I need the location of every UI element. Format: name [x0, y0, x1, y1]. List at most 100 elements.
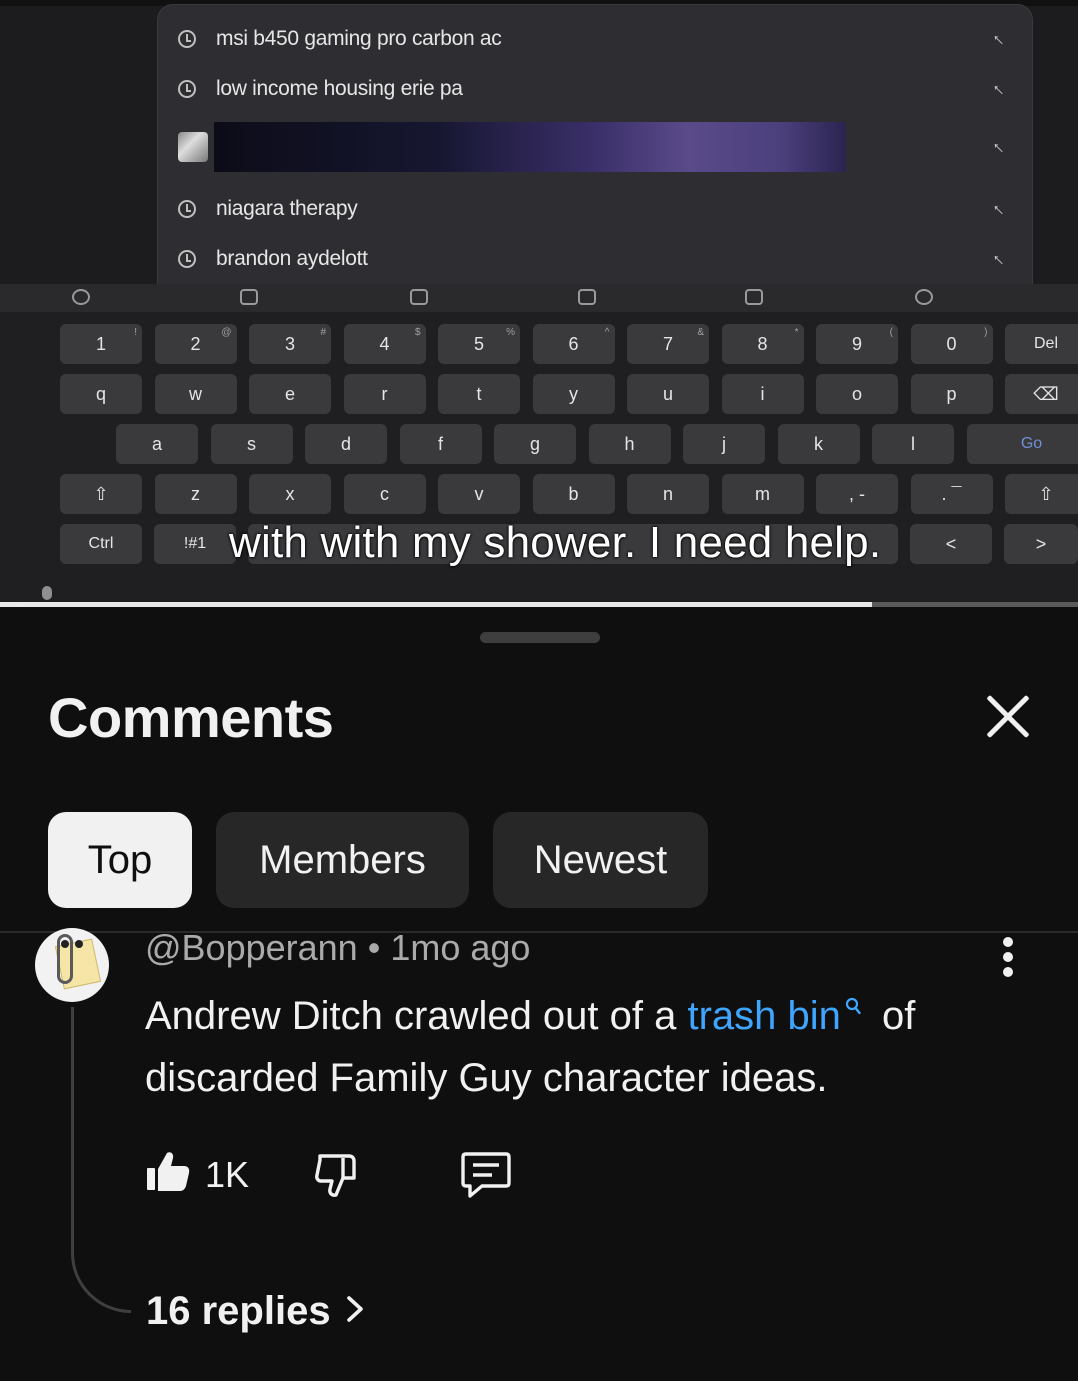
- replies-label: 16 replies: [146, 1289, 331, 1333]
- history-icon: [178, 80, 196, 98]
- keyboard-key: ⌫: [1005, 374, 1078, 414]
- keyboard-key: j: [683, 424, 765, 464]
- suggestion-item: niagara therapy ↑: [178, 189, 1008, 229]
- keyboard-key: o: [816, 374, 898, 414]
- comment-actions: 1K: [145, 1144, 565, 1200]
- keyboard-key: t: [438, 374, 520, 414]
- suggestion-text: niagara therapy: [216, 197, 358, 220]
- clipboard-icon: [410, 289, 428, 305]
- keyboard-key: q: [60, 374, 142, 414]
- gif-icon: [578, 289, 596, 305]
- suggestion-item: msi b450 gaming pro carbon ac ↑: [178, 19, 1008, 59]
- keyboard-key: a: [116, 424, 198, 464]
- keyboard-key: w: [154, 374, 237, 414]
- keyboard-key: !#1: [154, 524, 236, 564]
- suggestion-item-blurred: ↑: [178, 121, 1008, 173]
- keyboard-key: 2 @: [154, 324, 237, 364]
- comments-sheet: Comments Top Members Newest @Bopperann •…: [0, 607, 1078, 1381]
- history-icon: [178, 250, 196, 268]
- keyboard-key: k: [777, 424, 860, 464]
- keyboard-key: 1!: [60, 324, 142, 364]
- comment-time: 1mo ago: [390, 927, 531, 968]
- blurred-suggestion: [214, 122, 846, 172]
- keyboard-key: b: [532, 474, 615, 514]
- keyboard-key: f: [399, 424, 482, 464]
- suggestion-text: brandon aydelott: [216, 247, 368, 270]
- keyboard-key: 7 &: [627, 324, 709, 364]
- comment-text: Andrew Ditch crawled out of a trash bin …: [145, 985, 1005, 1109]
- drag-handle[interactable]: [480, 632, 600, 643]
- thread-line: [71, 1007, 131, 1313]
- like-count: 1K: [205, 1154, 250, 1195]
- search-link[interactable]: trash bin: [687, 994, 840, 1038]
- keyboard-key: 3 #: [249, 324, 331, 364]
- suggestion-item: low income housing erie pa ↑: [178, 69, 1008, 109]
- tab-top[interactable]: Top: [48, 812, 192, 908]
- keyboard-key: . ¯: [910, 474, 993, 514]
- page-title: Comments: [48, 686, 334, 749]
- mic-icon: [42, 586, 52, 600]
- keyboard-key: ⇧: [1005, 474, 1078, 514]
- comment-text-part: Andrew Ditch crawled out of a: [145, 994, 688, 1038]
- settings-icon: [915, 289, 933, 305]
- keyboard-key: e: [249, 374, 331, 414]
- keyboard-toolbar: [0, 284, 1078, 312]
- keyboard-key: d: [305, 424, 387, 464]
- tab-members[interactable]: Members: [216, 812, 469, 908]
- keyboard-key: 4 $: [343, 324, 426, 364]
- avatar[interactable]: [35, 928, 109, 1002]
- meta-separator: •: [367, 927, 381, 968]
- search-suggestions-panel: msi b450 gaming pro carbon ac ↑ low inco…: [157, 4, 1033, 286]
- keyboard-key: l: [872, 424, 954, 464]
- keyboard-key: 8 *: [721, 324, 804, 364]
- keyboard-key: z: [154, 474, 237, 514]
- keyboard-key: 0): [910, 324, 993, 364]
- keyboard-key: 5%: [438, 324, 520, 364]
- keyboard-key: x: [249, 474, 331, 514]
- dislike-icon[interactable]: [313, 1152, 361, 1205]
- suggestion-text: low income housing erie pa: [216, 77, 463, 100]
- chevron-right-icon: [345, 1289, 365, 1334]
- reply-icon[interactable]: [460, 1150, 512, 1205]
- sticker-icon: [240, 289, 258, 305]
- keyboard-key: 6 ^: [532, 324, 615, 364]
- close-icon[interactable]: [978, 687, 1038, 747]
- keyboard-key: , -: [816, 474, 898, 514]
- keyboard-key: y: [532, 374, 615, 414]
- handwriting-icon: [745, 289, 763, 305]
- history-icon: [178, 200, 196, 218]
- keyboard-key: Ctrl: [60, 524, 142, 564]
- keyboard-key: g: [494, 424, 576, 464]
- keyboard-key: Go: [966, 424, 1078, 464]
- keyboard-key: ⇧: [60, 474, 142, 514]
- keyboard-key: 9(: [816, 324, 898, 364]
- video-caption: with with my shower. I need help.: [229, 518, 882, 567]
- suggestion-text: msi b450 gaming pro carbon ac: [216, 27, 502, 50]
- keyboard-key: r: [343, 374, 426, 414]
- keyboard-key: u: [627, 374, 709, 414]
- keyboard-key: <: [910, 524, 992, 564]
- arrow-up-left-icon: ↑: [987, 136, 1008, 157]
- keyboard-key: Del: [1005, 324, 1078, 364]
- search-icon[interactable]: [845, 996, 861, 1020]
- comment-meta: @Bopperann • 1mo ago: [145, 927, 530, 969]
- history-icon: [178, 30, 196, 48]
- suggestion-thumbnail: [178, 132, 208, 162]
- emoji-icon: [72, 289, 90, 305]
- keyboard-key: n: [627, 474, 709, 514]
- keyboard-key: s: [210, 424, 293, 464]
- keyboard-key: i: [721, 374, 804, 414]
- view-replies-button[interactable]: 16 replies: [146, 1289, 365, 1334]
- keyboard-key: h: [588, 424, 671, 464]
- keyboard-key: v: [438, 474, 520, 514]
- comment-author[interactable]: @Bopperann: [145, 927, 358, 968]
- keyboard-key: c: [343, 474, 426, 514]
- suggestion-item: brandon aydelott ↑: [178, 239, 1008, 279]
- more-options-icon[interactable]: [1000, 937, 1016, 977]
- like-icon[interactable]: [145, 1148, 191, 1199]
- keyboard-key: m: [721, 474, 804, 514]
- video-player[interactable]: msi b450 gaming pro carbon ac ↑ low inco…: [0, 0, 1078, 606]
- keyboard-key: >: [1004, 524, 1078, 564]
- tab-newest[interactable]: Newest: [493, 812, 708, 908]
- keyboard-key: p: [910, 374, 993, 414]
